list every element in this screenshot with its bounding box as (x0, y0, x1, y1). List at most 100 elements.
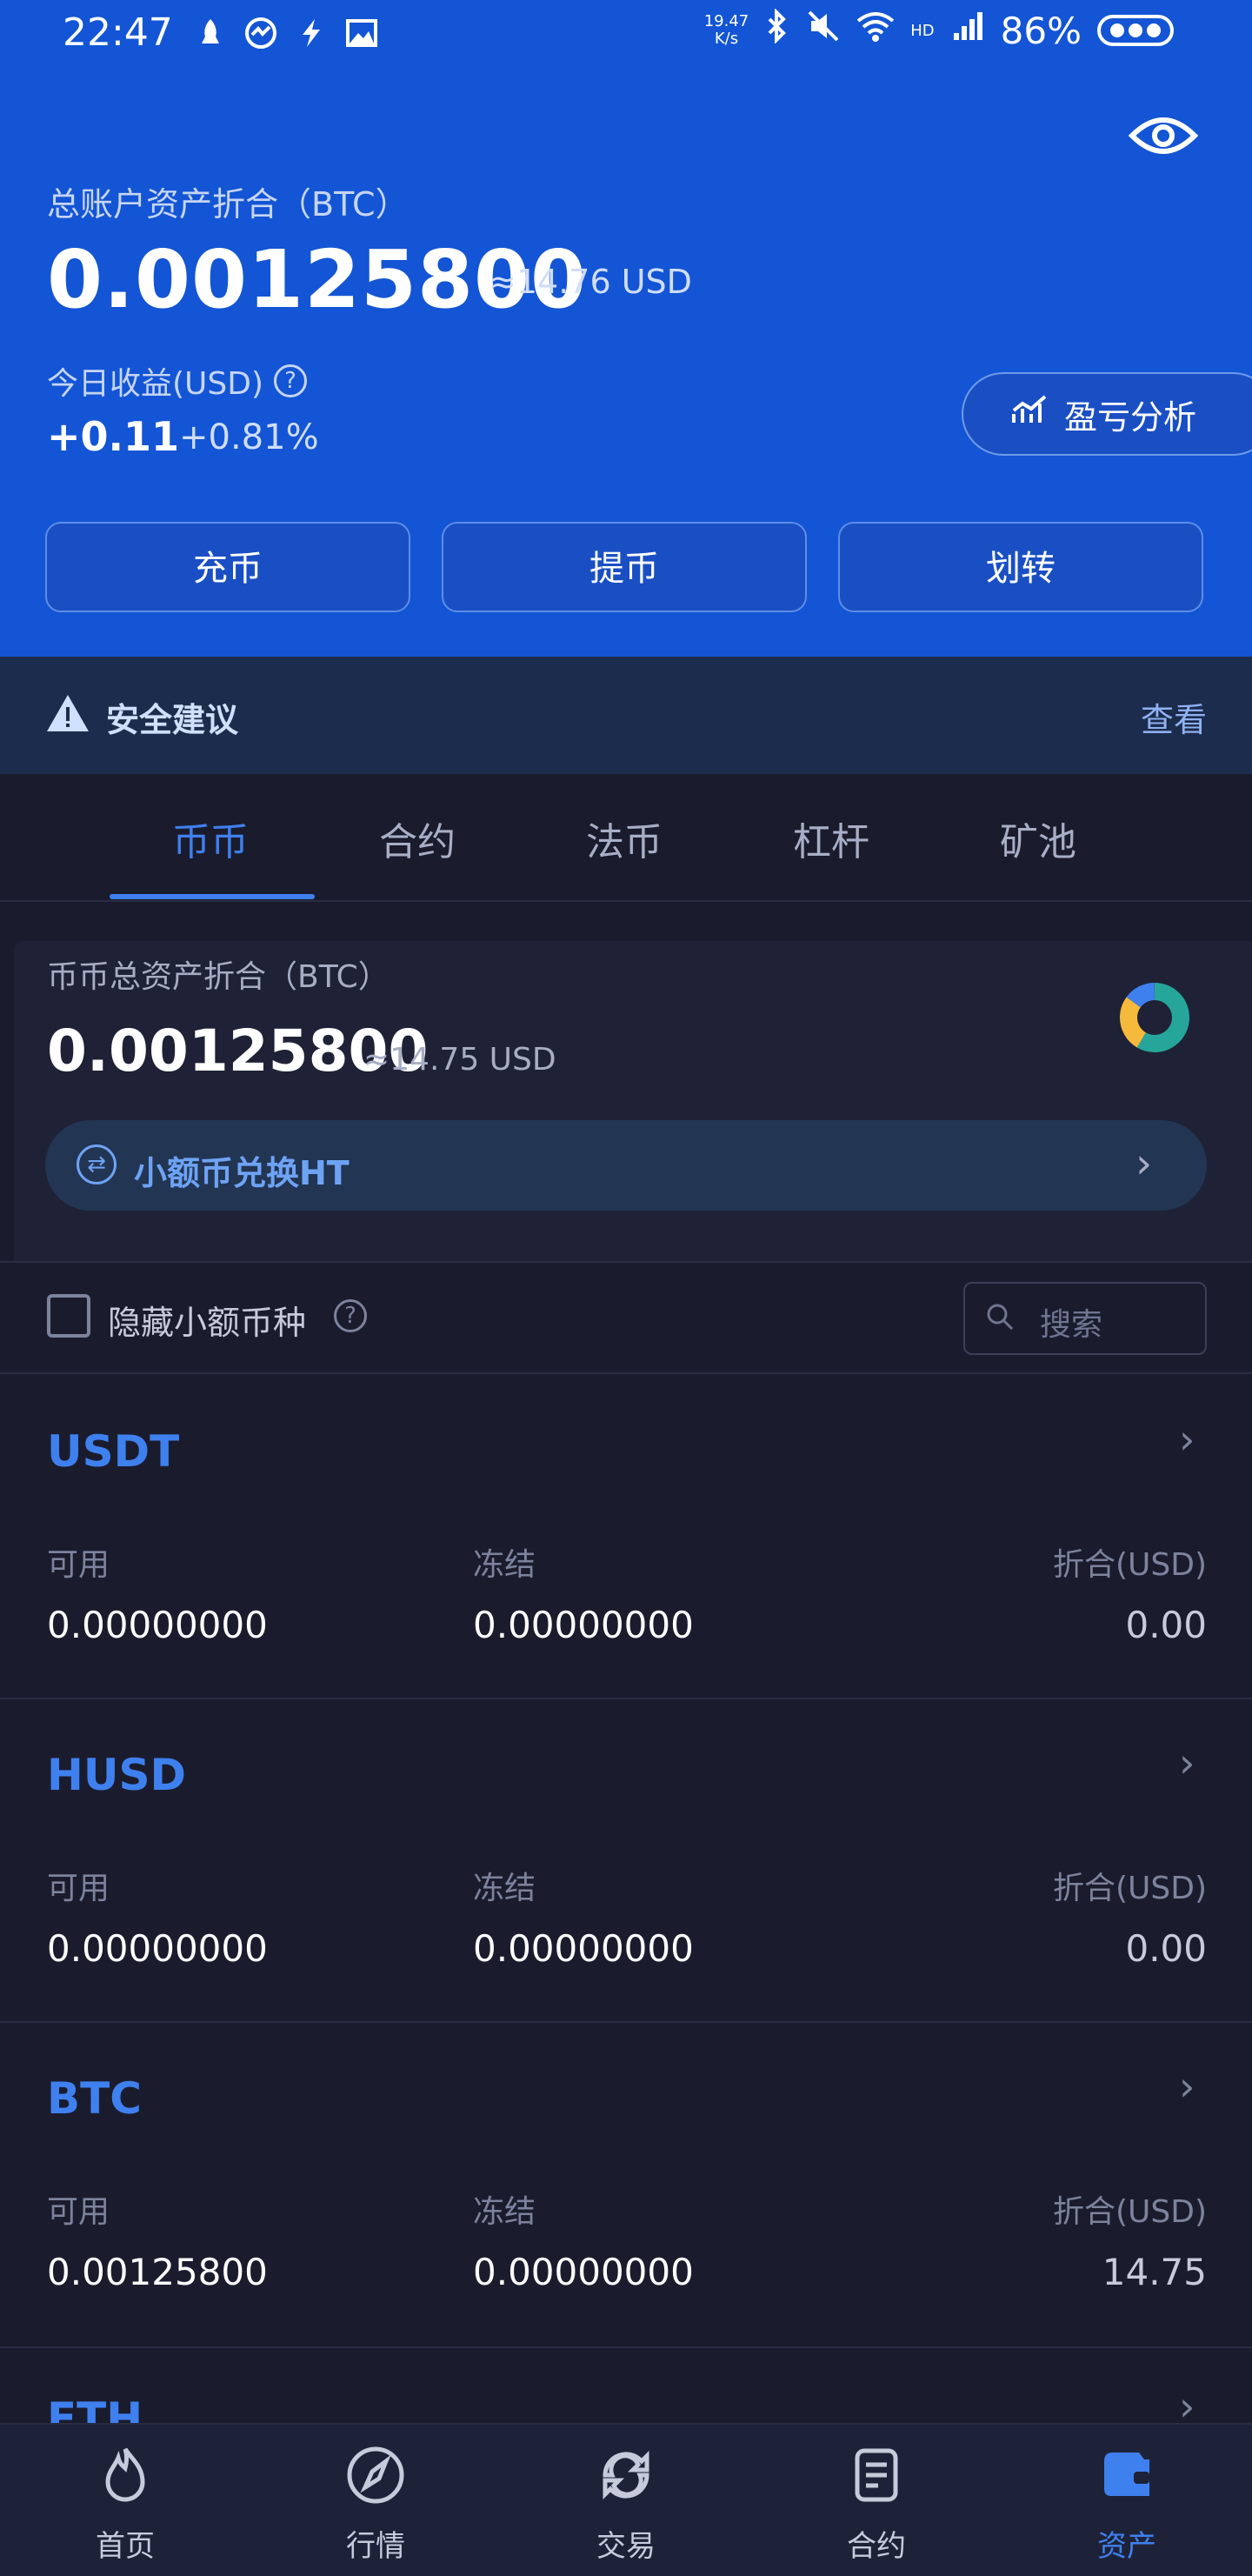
asset-name-btc[interactable]: BTC (47, 2073, 142, 2124)
search-input[interactable]: 搜索 (963, 1282, 1207, 1355)
chevron-right-icon: › (1135, 1139, 1153, 1188)
nav-assets[interactable]: 资产 (1040, 2425, 1214, 2576)
asset-name-usdt[interactable]: USDT (47, 1426, 179, 1477)
tab-fiat[interactable]: 法币 (586, 811, 663, 866)
status-system-icons: 19.47 K/s HD 86% (703, 8, 1174, 52)
bluetooth-icon (764, 8, 790, 52)
available-value: 0.00000000 (47, 1927, 268, 1970)
chevron-right-icon[interactable]: › (1179, 2063, 1195, 2110)
available-value: 0.00125800 (47, 2251, 268, 2293)
search-icon (986, 1303, 1014, 1331)
available-label: 可用 (47, 1871, 110, 1906)
battery-icon (1097, 15, 1174, 46)
usd-value: 0.00 (1125, 1604, 1207, 1646)
security-view-link[interactable]: 查看 (1141, 693, 1207, 741)
frozen-label: 冻结 (473, 2194, 536, 2230)
signal-icon (950, 9, 985, 52)
tab-active-indicator (110, 894, 315, 899)
search-placeholder: 搜索 (1040, 1307, 1103, 1343)
status-bar: 22:47 19.47 K/s HD 86% (0, 0, 1252, 78)
nav-home-label: 首页 (96, 2529, 155, 2564)
chevron-right-icon[interactable]: › (1179, 1416, 1195, 1463)
total-assets-usd: ≈14.76 USD (489, 263, 692, 301)
total-assets-label: 总账户资产折合（BTC） (47, 185, 409, 224)
wifi-icon (856, 9, 895, 52)
net-speed: 19.47 K/s (703, 12, 749, 48)
today-earnings-value: +0.11 (47, 413, 180, 460)
tab-pool[interactable]: 矿池 (1000, 811, 1076, 866)
bottom-navigation: 首页 行情 交易 合约 资产 (0, 2423, 1252, 2576)
available-value: 0.00000000 (47, 1604, 268, 1646)
help-question-icon[interactable]: ? (274, 364, 308, 397)
frozen-value: 0.00000000 (473, 2251, 694, 2293)
asset-name-husd[interactable]: HUSD (47, 1750, 186, 1800)
divider (0, 1372, 1252, 1374)
nav-trade-label: 交易 (596, 2529, 656, 2564)
account-tabs: 币币 合约 法币 杠杆 矿池 (0, 774, 1252, 902)
help-question-icon[interactable]: ? (334, 1299, 367, 1332)
security-suggestion-bar[interactable]: 安全建议 查看 (0, 657, 1252, 774)
frozen-value: 0.00000000 (473, 1604, 694, 1646)
frozen-label: 冻结 (473, 1547, 536, 1583)
small-coin-convert-label: 小额币兑换HT (134, 1154, 350, 1192)
chevron-right-icon[interactable]: › (1179, 1739, 1195, 1786)
status-time: 22:47 (63, 10, 173, 55)
hd-label: HD (910, 21, 935, 40)
flash-icon (294, 16, 329, 50)
deposit-button[interactable]: 充币 (45, 522, 410, 612)
today-earnings-label: 今日收益(USD) ? (47, 358, 308, 404)
nav-market-label: 行情 (346, 2529, 405, 2564)
available-label: 可用 (47, 1547, 110, 1583)
available-label: 可用 (47, 2194, 110, 2230)
tab-spot[interactable]: 币币 (172, 811, 249, 866)
frozen-value: 0.00000000 (473, 1927, 694, 1970)
trend-chart-icon (1010, 393, 1049, 436)
spot-total-usd: ≈14.75 USD (363, 1042, 556, 1078)
spot-total-label: 币币总资产折合（BTC） (47, 959, 390, 995)
usd-value-label: 折合(USD) (1052, 2194, 1207, 2230)
nav-assets-label: 资产 (1097, 2529, 1156, 2564)
pnl-analysis-button[interactable]: 盈亏分析 (962, 372, 1252, 456)
warning-icon (45, 693, 90, 741)
divider (0, 1698, 1252, 1699)
contract-document-icon (845, 2444, 908, 2506)
nav-contract-label: 合约 (847, 2529, 906, 2564)
home-flame-icon (94, 2444, 156, 2506)
battery-percent: 86% (1000, 9, 1082, 52)
mute-icon (806, 9, 841, 52)
usd-value: 14.75 (1102, 2251, 1207, 2293)
pnl-analysis-label: 盈亏分析 (1064, 397, 1197, 437)
status-notification-icons (193, 16, 379, 50)
asset-distribution-chart-icon[interactable] (1118, 981, 1191, 1054)
withdraw-button[interactable]: 提币 (442, 522, 807, 612)
today-earnings-percent: +0.81% (179, 417, 319, 457)
today-earnings-label-text: 今日收益(USD) (47, 366, 264, 402)
divider (0, 1261, 1252, 1263)
market-compass-icon (344, 2444, 407, 2506)
exchange-circle-icon: ⇄ (77, 1145, 117, 1185)
tab-margin[interactable]: 杠杆 (793, 811, 869, 866)
tab-contract[interactable]: 合约 (379, 811, 456, 866)
nav-trade[interactable]: 交易 (539, 2425, 713, 2576)
divider (0, 2346, 1252, 2348)
nav-market[interactable]: 行情 (289, 2425, 463, 2576)
wallet-icon (1096, 2444, 1158, 2506)
frozen-label: 冻结 (473, 1871, 536, 1906)
security-suggestion-label: 安全建议 (106, 701, 239, 739)
usd-value: 0.00 (1125, 1927, 1207, 1970)
usd-value-label: 折合(USD) (1052, 1547, 1207, 1583)
trade-exchange-icon (595, 2444, 657, 2506)
image-icon (344, 16, 379, 50)
assets-header: 22:47 19.47 K/s HD 86% 总账户资产折合（BTC） 0.00… (0, 0, 1252, 657)
hide-small-coins-checkbox[interactable] (47, 1294, 90, 1338)
chart-notification-icon (243, 16, 278, 50)
toggle-visibility-eye-icon[interactable] (1128, 111, 1199, 160)
divider (0, 2021, 1252, 2023)
nav-contract[interactable]: 合约 (789, 2425, 963, 2576)
nav-home[interactable]: 首页 (38, 2425, 212, 2576)
usd-value-label: 折合(USD) (1052, 1871, 1207, 1906)
hide-small-coins-label: 隐藏小额币种 (108, 1304, 307, 1342)
transfer-button[interactable]: 划转 (838, 522, 1203, 612)
notification-icon (193, 16, 228, 50)
security-suggestion: 安全建议 (45, 693, 238, 741)
